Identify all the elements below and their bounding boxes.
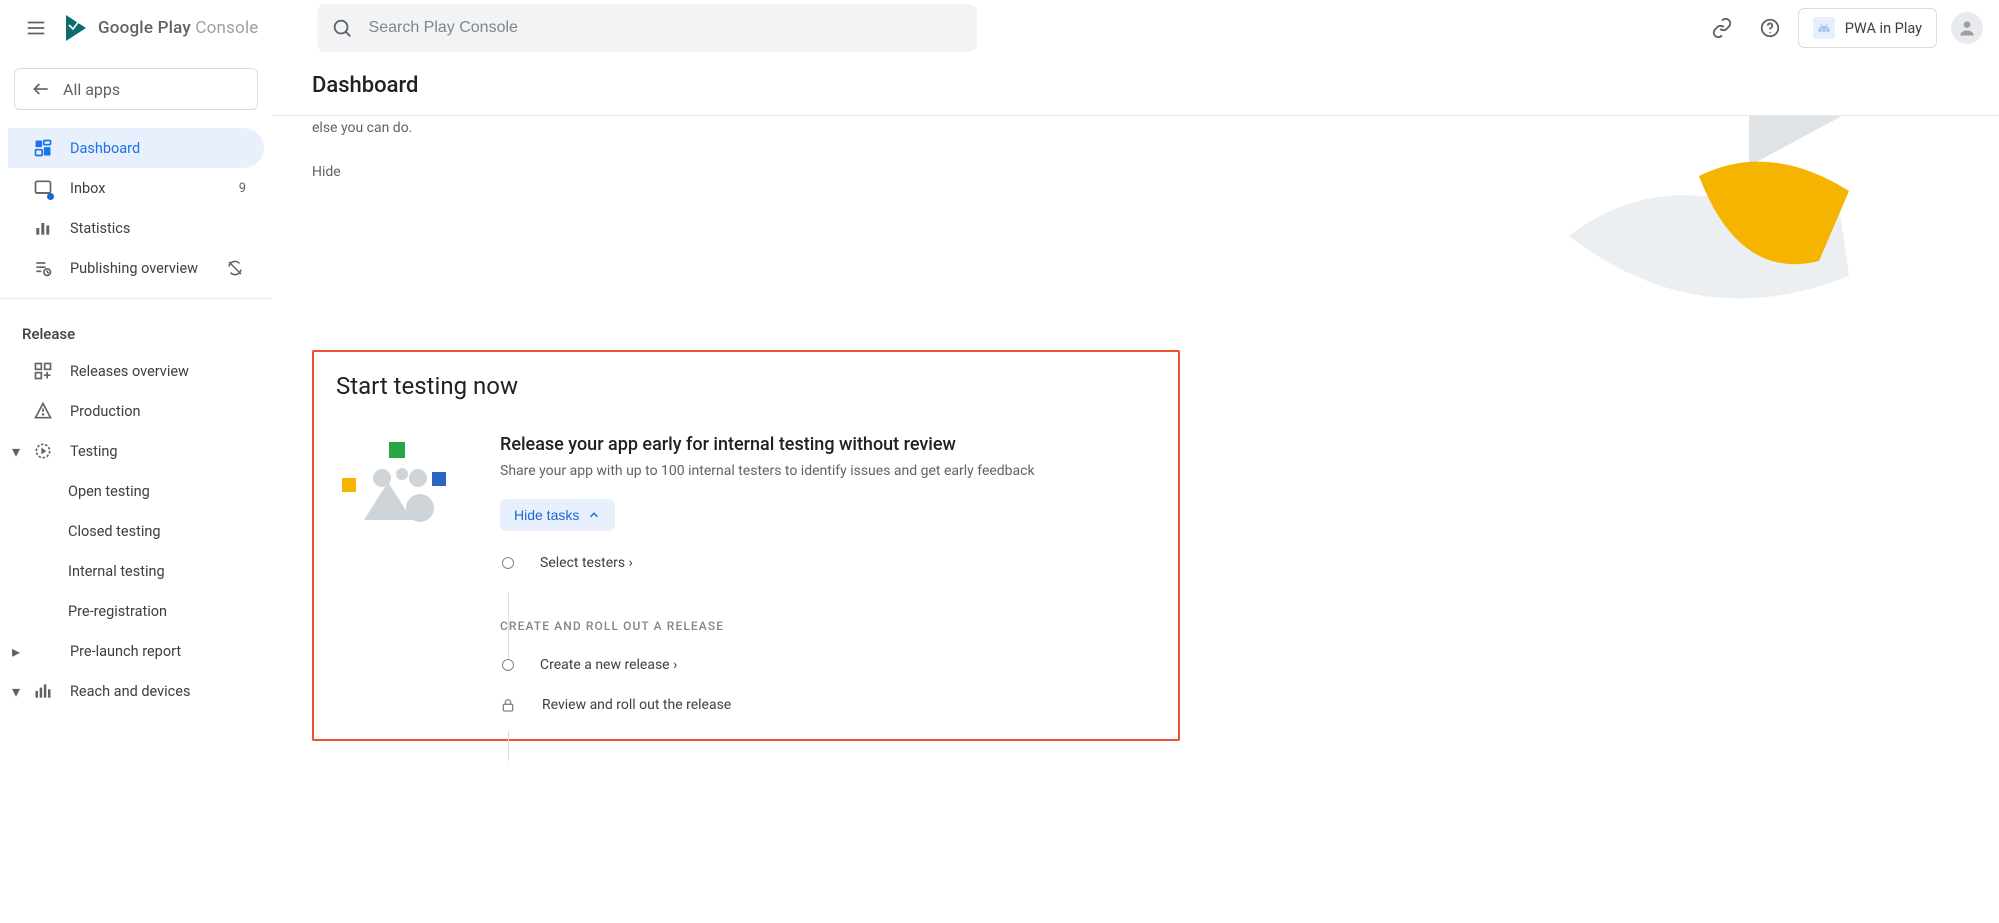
production-icon xyxy=(32,401,54,421)
search-box[interactable] xyxy=(317,4,977,52)
start-testing-card: Start testing now Release your app early… xyxy=(312,350,1180,741)
all-apps-label: All apps xyxy=(63,80,120,99)
android-icon xyxy=(1813,17,1835,39)
sidebar-item-label: Pre-launch report xyxy=(70,643,246,660)
sidebar-item-label: Inbox xyxy=(70,180,223,197)
task-bullet-icon xyxy=(502,659,514,671)
caret-down-icon[interactable]: ▾ xyxy=(12,442,20,461)
hide-tasks-label: Hide tasks xyxy=(514,507,579,523)
inbox-count-badge: 9 xyxy=(239,181,246,196)
sidebar-section-release: Release xyxy=(0,309,272,351)
publishing-icon xyxy=(32,258,54,278)
task-label: Create a new release › xyxy=(540,657,677,673)
help-icon xyxy=(1759,17,1781,39)
sidebar-item-label: Releases overview xyxy=(70,363,246,380)
releases-icon xyxy=(32,361,54,381)
sidebar-item-prelaunch-report[interactable]: ▸ Pre-launch report xyxy=(8,631,264,671)
task-select-testers[interactable]: Select testers › xyxy=(500,555,1156,571)
link-icon xyxy=(1711,17,1733,39)
task-create-release[interactable]: Create a new release › xyxy=(500,657,1156,673)
main-content: else you can do. Hide Start testing now … xyxy=(272,116,1999,923)
task-label: Select testers › xyxy=(540,555,633,571)
testing-illustration xyxy=(336,434,456,534)
sidebar-item-statistics[interactable]: Statistics xyxy=(8,208,264,248)
notification-dot-icon xyxy=(47,193,54,200)
sidebar-item-publishing-overview[interactable]: Publishing overview xyxy=(8,248,264,288)
menu-icon xyxy=(25,17,47,39)
caret-down-icon[interactable]: ▾ xyxy=(12,682,20,701)
previous-card-overflow-text: else you can do. xyxy=(312,120,1959,136)
logo[interactable]: Google Play Console xyxy=(64,15,259,41)
page-title: Dashboard xyxy=(312,73,418,98)
devices-icon xyxy=(32,681,54,701)
sidebar: All apps Dashboard Inbox 9 Statistics Pu… xyxy=(0,56,272,923)
testing-icon xyxy=(32,441,54,461)
task-bullet-icon xyxy=(502,557,514,569)
sidebar-item-testing[interactable]: ▾ Testing xyxy=(8,431,264,471)
sidebar-item-releases-overview[interactable]: Releases overview xyxy=(8,351,264,391)
sidebar-item-reach-and-devices[interactable]: ▾ Reach and devices xyxy=(8,671,264,711)
page-title-bar: Dashboard xyxy=(272,56,1999,116)
search-icon xyxy=(331,17,353,39)
sidebar-item-label: Statistics xyxy=(70,220,246,237)
sidebar-item-label: Reach and devices xyxy=(70,683,246,700)
card-subtext: Share your app with up to 100 internal t… xyxy=(500,463,1156,479)
chevron-up-icon xyxy=(587,508,601,522)
hero-illustration xyxy=(1539,116,1999,346)
sync-off-icon xyxy=(224,259,246,277)
hide-link[interactable]: Hide xyxy=(312,164,341,180)
hide-tasks-button[interactable]: Hide tasks xyxy=(500,499,615,531)
sidebar-item-label: Publishing overview xyxy=(70,260,208,277)
caret-right-icon[interactable]: ▸ xyxy=(12,642,20,661)
card-title: Start testing now xyxy=(336,372,1156,400)
sidebar-item-pre-registration[interactable]: Pre-registration xyxy=(8,591,264,631)
sidebar-item-internal-testing[interactable]: Internal testing xyxy=(8,551,264,591)
account-avatar[interactable] xyxy=(1951,12,1983,44)
sidebar-item-label: Internal testing xyxy=(68,563,246,580)
sidebar-item-label: Closed testing xyxy=(68,523,246,540)
sidebar-item-label: Open testing xyxy=(68,483,246,500)
task-review-rollout: Review and roll out the release xyxy=(500,697,1156,713)
sidebar-item-closed-testing[interactable]: Closed testing xyxy=(8,511,264,551)
sidebar-item-label: Production xyxy=(70,403,246,420)
sidebar-item-dashboard[interactable]: Dashboard xyxy=(8,128,264,168)
menu-button[interactable] xyxy=(16,8,56,48)
link-button[interactable] xyxy=(1702,8,1742,48)
sidebar-item-label: Pre-registration xyxy=(68,603,246,620)
statistics-icon xyxy=(32,218,54,238)
all-apps-button[interactable]: All apps xyxy=(14,68,258,110)
lock-icon xyxy=(500,697,516,713)
dashboard-icon xyxy=(32,138,54,158)
avatar-icon xyxy=(1957,18,1977,38)
arrow-left-icon xyxy=(31,79,51,99)
sidebar-item-production[interactable]: Production xyxy=(8,391,264,431)
task-label: Review and roll out the release xyxy=(542,697,731,713)
sidebar-item-open-testing[interactable]: Open testing xyxy=(8,471,264,511)
help-button[interactable] xyxy=(1750,8,1790,48)
app-header: Google Play Console PWA in Play xyxy=(0,0,1999,56)
task-section-caption: CREATE AND ROLL OUT A RELEASE xyxy=(500,619,1156,633)
sidebar-item-label: Testing xyxy=(70,443,246,460)
app-selector[interactable]: PWA in Play xyxy=(1798,8,1937,48)
card-heading: Release your app early for internal test… xyxy=(500,434,1156,455)
sidebar-item-inbox[interactable]: Inbox 9 xyxy=(8,168,264,208)
logo-text: Google Play Console xyxy=(98,18,259,38)
play-logo-icon xyxy=(64,15,88,41)
app-selector-label: PWA in Play xyxy=(1845,20,1922,37)
search-input[interactable] xyxy=(367,18,963,38)
sidebar-item-label: Dashboard xyxy=(70,140,246,157)
